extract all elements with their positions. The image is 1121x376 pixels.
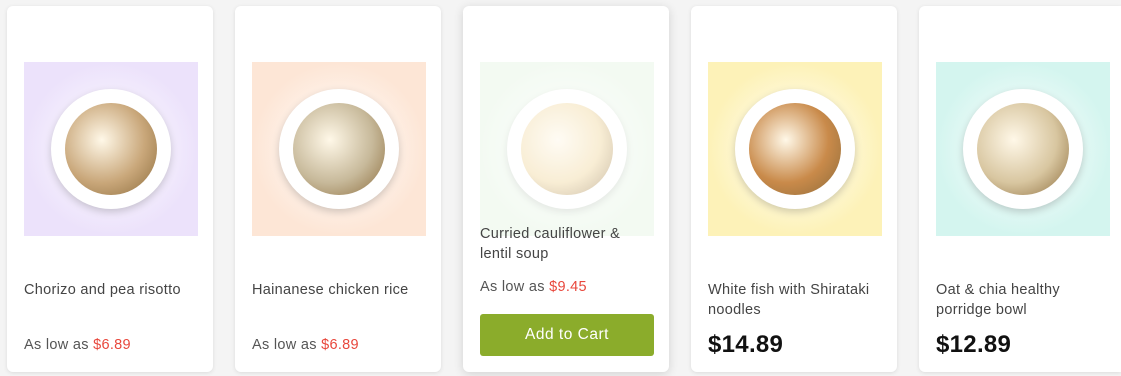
price-prefix: As low as [252,337,317,353]
product-card[interactable]: Oat & chia healthy porridge bowl $12.89 [919,6,1121,372]
product-card[interactable]: Chorizo and pea risotto As low as $6.89 [7,6,213,372]
product-name[interactable]: White fish with Shirataki noodles [708,280,880,320]
product-price: $12.89 [936,331,1012,358]
product-card[interactable]: Hainanese chicken rice As low as $6.89 [235,6,441,372]
product-price: As low as $6.89 [252,337,359,353]
food-image [521,103,613,195]
add-to-cart-button[interactable]: Add to Cart [480,314,654,356]
product-name[interactable]: Curried cauliflower & lentil soup [480,224,652,264]
product-card[interactable]: White fish with Shirataki noodles $14.89 [691,6,897,372]
product-image[interactable] [936,62,1110,236]
product-name[interactable]: Hainanese chicken rice [252,280,424,300]
product-image[interactable] [252,62,426,236]
food-image [65,103,157,195]
food-image [293,103,385,195]
product-image[interactable] [480,62,654,236]
product-card-hovered[interactable]: Curried cauliflower & lentil soup As low… [463,6,669,372]
price-amount: $9.45 [549,279,587,295]
price-amount: $6.89 [321,337,359,353]
product-carousel: Chorizo and pea risotto As low as $6.89 … [0,0,1121,376]
product-name[interactable]: Oat & chia healthy porridge bowl [936,280,1108,320]
plate-image [51,89,171,209]
product-image[interactable] [24,62,198,236]
product-name[interactable]: Chorizo and pea risotto [24,280,196,300]
price-amount: $6.89 [93,337,131,353]
price-prefix: As low as [480,279,545,295]
product-price: As low as $6.89 [24,337,131,353]
product-price: As low as $9.45 [480,279,587,295]
plate-image [735,89,855,209]
food-image [749,103,841,195]
product-price: $14.89 [708,331,784,358]
plate-image [507,89,627,209]
price-prefix: As low as [24,337,89,353]
product-image[interactable] [708,62,882,236]
plate-image [963,89,1083,209]
food-image [977,103,1069,195]
plate-image [279,89,399,209]
